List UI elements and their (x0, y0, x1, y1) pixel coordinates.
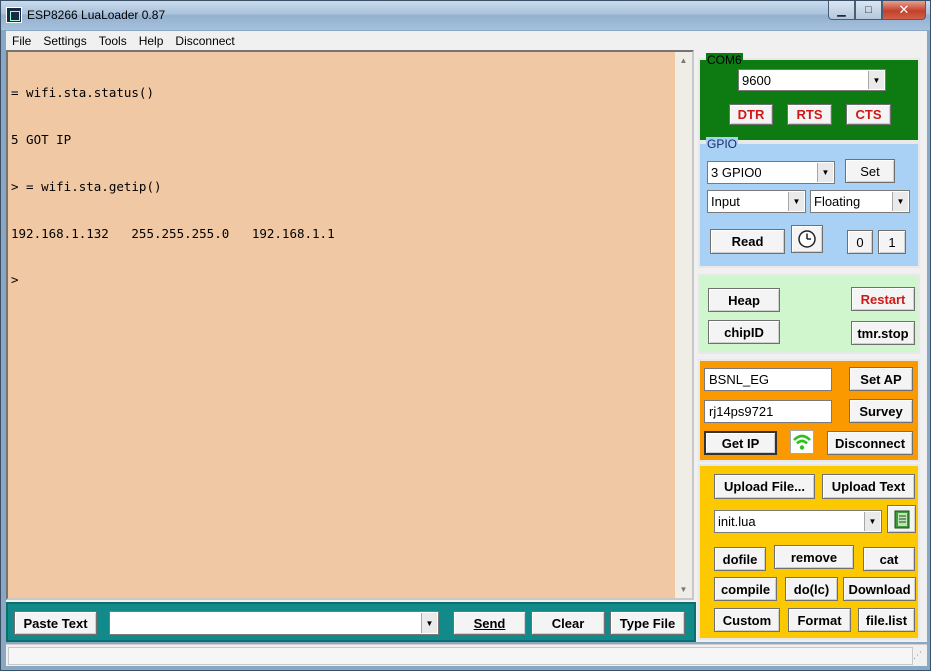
scroll-down-icon[interactable]: ▼ (675, 581, 692, 598)
close-button[interactable]: ✕ (882, 1, 926, 20)
gpio-low-button[interactable]: 0 (847, 230, 873, 254)
cat-button[interactable]: cat (863, 547, 915, 571)
gpio-read-button[interactable]: Read (710, 229, 785, 254)
menu-tools[interactable]: Tools (93, 34, 133, 48)
type-file-button[interactable]: Type File (610, 611, 685, 635)
window-controls: ▁ □ ✕ (828, 1, 926, 21)
dtr-button[interactable]: DTR (729, 104, 773, 125)
gpio-pull-select[interactable]: Floating ▼ (810, 190, 910, 213)
gpio-pull-value: Floating (814, 194, 861, 209)
notebook-icon (894, 510, 909, 529)
minimize-button[interactable]: ▁ (828, 1, 855, 20)
upload-text-button[interactable]: Upload Text (822, 474, 915, 499)
menu-help[interactable]: Help (133, 34, 170, 48)
menu-bar: File Settings Tools Help Disconnect (6, 31, 927, 50)
close-icon: ✕ (898, 2, 910, 17)
terminal-scrollbar[interactable]: ▲ ▼ (675, 52, 692, 598)
app-window: ESP8266 LuaLoader 0.87 ▁ □ ✕ File Settin… (0, 0, 931, 671)
rts-button[interactable]: RTS (787, 104, 832, 125)
app-icon[interactable] (6, 7, 22, 23)
compile-button[interactable]: compile (714, 577, 777, 601)
gpio-mode-value: Input (711, 194, 740, 209)
system-panel: Heap Restart chipID tmr.stop (698, 274, 920, 354)
password-input[interactable]: rj14ps9721 (704, 400, 832, 423)
cts-button[interactable]: CTS (846, 104, 891, 125)
gpio-label: GPIO (706, 137, 739, 151)
window-title: ESP8266 LuaLoader 0.87 (27, 8, 166, 22)
gpio-pin-select[interactable]: 3 GPIO0 ▼ (707, 161, 835, 184)
scroll-up-icon[interactable]: ▲ (675, 52, 692, 69)
menu-file[interactable]: File (6, 34, 37, 48)
clock-icon (798, 230, 816, 248)
do-lc-button[interactable]: do(lc) (785, 577, 838, 601)
custom-button[interactable]: Custom (714, 608, 780, 632)
minimize-icon: ▁ (837, 4, 846, 17)
wifi-panel: BSNL_EG Set AP rj14ps9721 Survey Get IP … (698, 359, 920, 462)
gpio-high-button[interactable]: 1 (878, 230, 906, 254)
terminal-line: > (11, 272, 19, 288)
title-bar[interactable]: ESP8266 LuaLoader 0.87 ▁ □ ✕ (1, 1, 930, 30)
wifi-icon (793, 434, 811, 450)
gpio-panel: GPIO 3 GPIO0 ▼ Set Input ▼ Floating ▼ Re… (698, 137, 920, 268)
menu-disconnect[interactable]: Disconnect (169, 34, 240, 48)
gpio-mode-select[interactable]: Input ▼ (707, 190, 806, 213)
status-text (8, 647, 913, 665)
terminal-text: = wifi.sta.status() 5 GOT IP > = wifi.st… (11, 54, 335, 319)
resize-grip-icon[interactable]: ⋰ (913, 651, 925, 664)
get-ip-button[interactable]: Get IP (704, 431, 777, 455)
terminal-line: 192.168.1.132 255.255.255.0 192.168.1.1 (11, 225, 335, 241)
chevron-down-icon[interactable]: ▼ (892, 192, 908, 211)
com-port-panel: COM6 9600 ▼ DTR RTS CTS (698, 53, 920, 142)
set-ap-button[interactable]: Set AP (849, 367, 913, 391)
baud-rate-value: 9600 (742, 72, 771, 88)
paste-text-button[interactable]: Paste Text (14, 611, 97, 635)
wifi-status-indicator (790, 430, 814, 454)
maximize-icon: □ (865, 4, 872, 16)
format-button[interactable]: Format (788, 608, 851, 632)
file-select[interactable]: init.lua ▼ (714, 510, 882, 533)
gpio-set-button[interactable]: Set (845, 159, 895, 183)
maximize-button[interactable]: □ (855, 1, 882, 20)
menu-settings[interactable]: Settings (37, 34, 92, 48)
chevron-down-icon[interactable]: ▼ (864, 512, 880, 531)
survey-button[interactable]: Survey (849, 399, 913, 423)
remove-button[interactable]: remove (774, 545, 854, 569)
com-port-label: COM6 (706, 53, 743, 67)
send-button[interactable]: Send (453, 611, 526, 635)
clear-button[interactable]: Clear (531, 611, 605, 635)
chevron-down-icon[interactable]: ▼ (788, 192, 804, 211)
file-list-button[interactable]: file.list (858, 608, 915, 632)
baud-rate-select[interactable]: 9600 ▼ (738, 69, 886, 91)
chevron-down-icon[interactable]: ▼ (868, 71, 884, 89)
file-select-value: init.lua (718, 514, 756, 529)
dofile-button[interactable]: dofile (714, 547, 766, 571)
command-input[interactable]: ▼ (109, 611, 439, 635)
chevron-down-icon[interactable]: ▼ (421, 613, 437, 633)
chipid-button[interactable]: chipID (708, 320, 780, 344)
ssid-input[interactable]: BSNL_EG (704, 368, 832, 391)
chevron-down-icon[interactable]: ▼ (817, 163, 833, 182)
terminal-output[interactable]: = wifi.sta.status() 5 GOT IP > = wifi.st… (6, 50, 694, 600)
heap-button[interactable]: Heap (708, 288, 780, 312)
disconnect-button[interactable]: Disconnect (827, 431, 913, 455)
send-label: Send (473, 615, 506, 631)
terminal-line: = wifi.sta.status() (11, 85, 154, 101)
timer-button[interactable] (791, 225, 823, 253)
status-bar: ⋰ (6, 644, 927, 666)
terminal-line: 5 GOT IP (11, 131, 72, 147)
file-panel: Upload File... Upload Text init.lua ▼ do… (698, 464, 920, 640)
restart-button[interactable]: Restart (851, 287, 915, 311)
upload-file-button[interactable]: Upload File... (714, 474, 815, 499)
command-bar: Paste Text ▼ Send Clear Type File (6, 602, 696, 642)
terminal-line: > = wifi.sta.getip() (11, 178, 162, 194)
gpio-pin-value: 3 GPIO0 (711, 165, 762, 180)
edit-file-button[interactable] (887, 505, 916, 533)
download-button[interactable]: Download (843, 577, 916, 601)
tmr-stop-button[interactable]: tmr.stop (851, 321, 915, 345)
client-area: = wifi.sta.status() 5 GOT IP > = wifi.st… (6, 50, 927, 642)
